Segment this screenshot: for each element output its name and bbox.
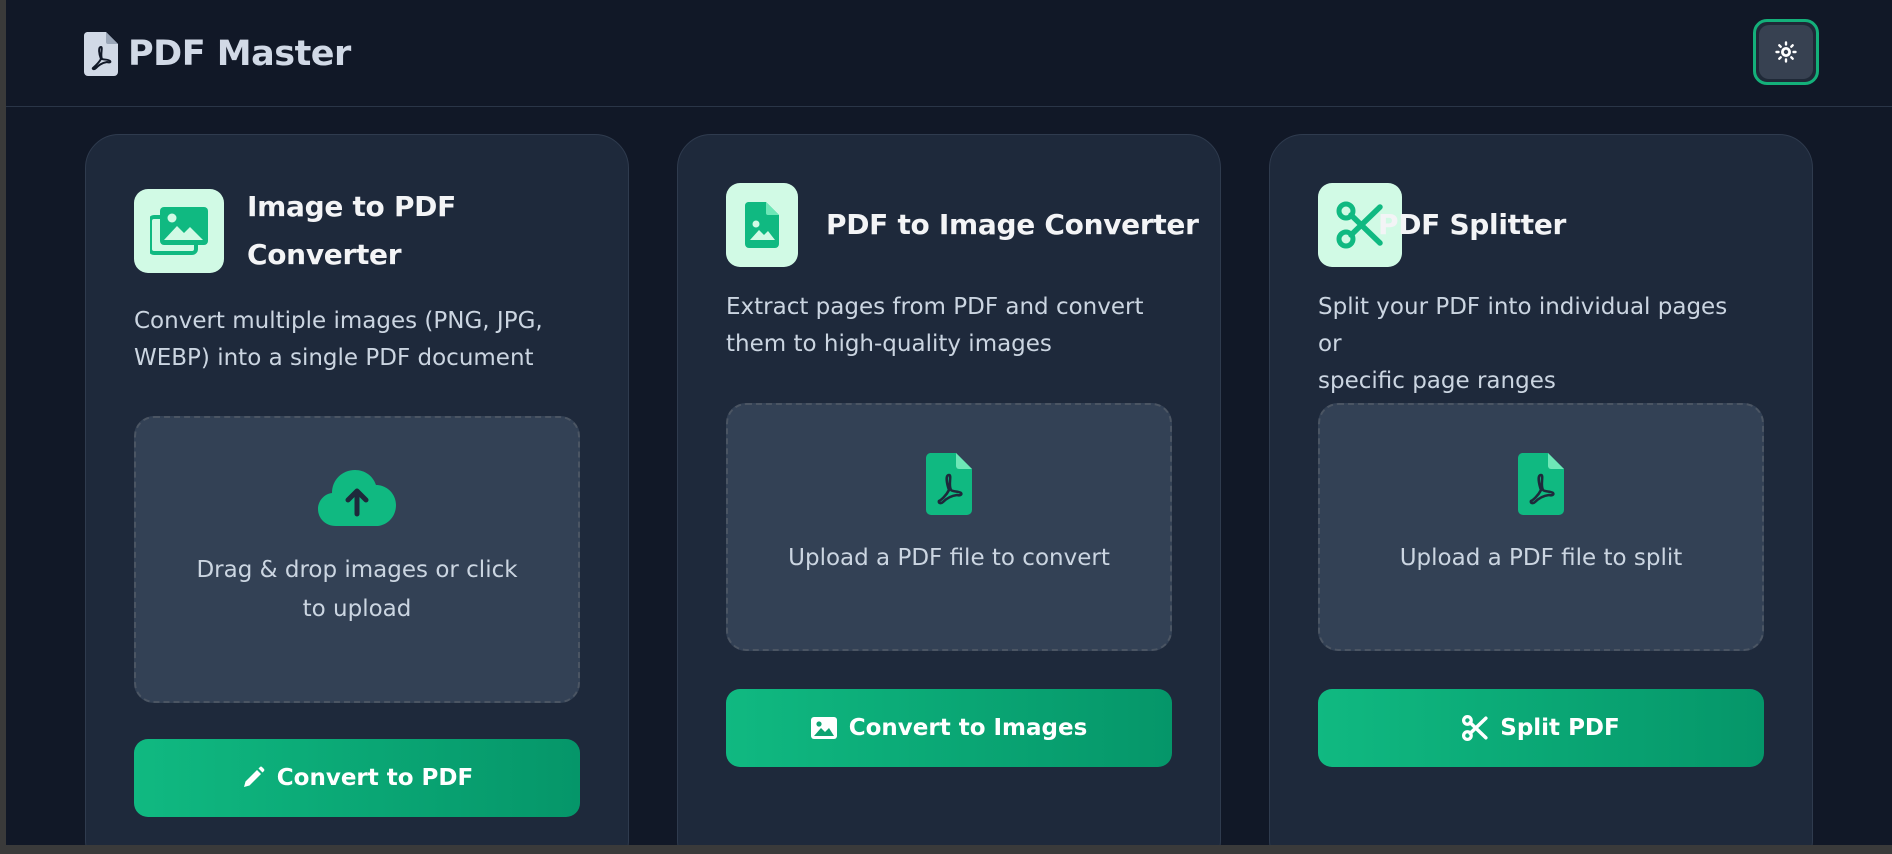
image-dropzone[interactable]: Drag & drop images or click to upload [134, 416, 580, 703]
card-title: PDF Splitter [1378, 208, 1567, 241]
card-title-line: Image to PDF [247, 190, 456, 223]
images-icon [150, 207, 208, 255]
pencil-icon [243, 766, 265, 787]
card-description: Convert multiple images (PNG, JPG, WEBP)… [134, 303, 574, 377]
card-description-line: Convert multiple images (PNG, JPG, [134, 308, 543, 334]
button-label: Split PDF [1500, 715, 1620, 741]
split-pdf-button[interactable]: Split PDF [1318, 689, 1764, 767]
card-description: Extract pages from PDF and convert them … [726, 289, 1166, 363]
dropzone-text-line: Drag & drop images or click [196, 557, 518, 583]
theme-toggle-inner [1759, 25, 1813, 79]
card-description-line: specific page ranges [1318, 368, 1556, 394]
card-icon-container [726, 183, 798, 267]
app-title: PDF Master [128, 34, 351, 74]
cloud-upload-icon [318, 470, 396, 526]
dropzone-text: Drag & drop images or click to upload [136, 551, 578, 629]
button-label: Convert to Images [848, 715, 1088, 741]
dropzone-text: Upload a PDF file to convert [788, 545, 1110, 571]
file-pdf-icon [1518, 453, 1564, 515]
scissors-icon [1462, 715, 1488, 741]
dropzone-text: Upload a PDF file to split [1399, 545, 1683, 571]
card-icon-container [134, 189, 224, 273]
app-window: PDF Master Image to PDF Converter Conver… [6, 0, 1892, 845]
header: PDF Master [6, 0, 1892, 107]
file-pdf-icon [84, 32, 118, 76]
file-image-icon [745, 202, 779, 248]
card-description-line: WEBP) into a single PDF document [134, 345, 534, 371]
file-pdf-icon [926, 453, 972, 515]
card-description: Split your PDF into individual pages or … [1318, 289, 1758, 400]
button-label: Convert to PDF [276, 765, 474, 791]
card-pdf-to-image: PDF to Image Converter Extract pages fro… [677, 134, 1221, 845]
dropzone-text-line: to upload [302, 596, 412, 622]
brand: PDF Master [84, 32, 351, 76]
pdf-dropzone[interactable]: Upload a PDF file to split [1318, 403, 1764, 651]
card-title: Image to PDF Converter [247, 183, 456, 279]
card-description-line: Split your PDF into individual pages or [1318, 294, 1728, 357]
sun-icon [1775, 41, 1797, 63]
image-icon [810, 717, 837, 739]
convert-to-images-button[interactable]: Convert to Images [726, 689, 1172, 767]
card-image-to-pdf: Image to PDF Converter Convert multiple … [85, 134, 629, 845]
pdf-dropzone[interactable]: Upload a PDF file to convert [726, 403, 1172, 651]
scissors-icon [1336, 201, 1383, 249]
theme-toggle-button[interactable] [1753, 19, 1819, 85]
card-pdf-splitter: PDF Splitter Split your PDF into individ… [1269, 134, 1813, 845]
card-description-line: them to high-quality images [726, 331, 1052, 357]
card-title: PDF to Image Converter [826, 208, 1199, 241]
convert-to-pdf-button[interactable]: Convert to PDF [134, 739, 580, 817]
card-description-line: Extract pages from PDF and convert [726, 294, 1144, 320]
card-title-line: Converter [247, 238, 402, 271]
